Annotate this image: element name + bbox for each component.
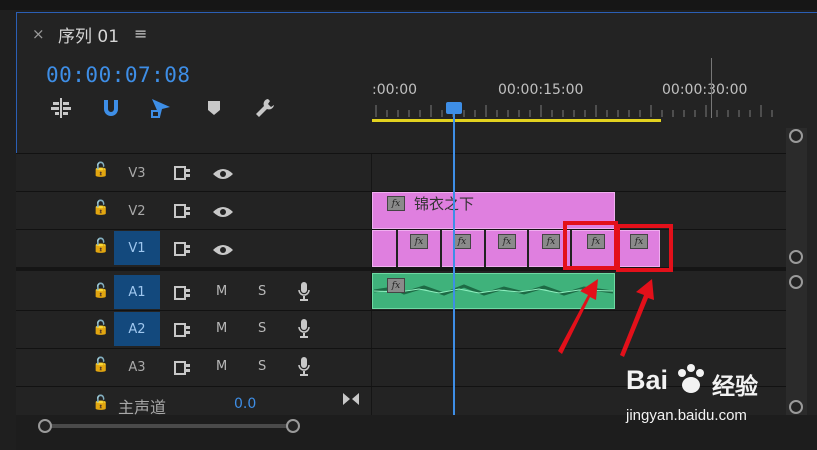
film-sync-icon[interactable] bbox=[174, 165, 191, 184]
ruler-gap bbox=[371, 123, 787, 153]
track-name-v3[interactable]: V3 bbox=[114, 156, 160, 190]
microphone-icon[interactable] bbox=[297, 356, 311, 380]
go-to-bounds-icon[interactable] bbox=[342, 391, 360, 410]
sequence-tab-title[interactable]: 序列 01 bbox=[58, 22, 119, 47]
paw-logo-icon bbox=[678, 364, 704, 393]
tab-close-icon[interactable]: × bbox=[32, 25, 45, 43]
work-area-bar[interactable] bbox=[372, 119, 661, 122]
lock-icon[interactable]: 🔓 bbox=[92, 283, 109, 299]
track-separator bbox=[16, 348, 786, 349]
fx-badge: fx bbox=[498, 234, 516, 249]
master-volume-value[interactable]: 0.0 bbox=[234, 396, 256, 412]
lock-icon[interactable]: 🔓 bbox=[92, 162, 109, 178]
lock-icon[interactable]: 🔓 bbox=[92, 200, 109, 216]
zoom-handle-right[interactable] bbox=[286, 419, 300, 433]
microphone-icon[interactable] bbox=[297, 281, 311, 305]
linked-selection-icon[interactable] bbox=[149, 96, 173, 120]
baidu-watermark: Bai 经验 jingyan.baidu.com bbox=[626, 363, 816, 433]
track-separator bbox=[16, 310, 786, 311]
mute-button[interactable]: M bbox=[216, 284, 227, 299]
solo-button[interactable]: S bbox=[258, 284, 266, 299]
scroll-handle-bottom[interactable] bbox=[789, 250, 803, 264]
film-sync-icon[interactable] bbox=[174, 285, 191, 304]
playhead-line[interactable] bbox=[453, 114, 455, 416]
scroll-handle-top[interactable] bbox=[789, 275, 803, 289]
timeline-settings-wrench-icon[interactable] bbox=[253, 96, 277, 120]
clip-edit-point[interactable] bbox=[396, 230, 398, 267]
film-sync-icon[interactable] bbox=[174, 241, 191, 260]
playhead-timecode[interactable]: 00:00:07:08 bbox=[46, 63, 191, 87]
ruler-label-2: 00:00:30:00 bbox=[662, 82, 748, 98]
highlight-box bbox=[563, 221, 618, 270]
zoom-handle-left[interactable] bbox=[38, 419, 52, 433]
film-sync-icon[interactable] bbox=[174, 360, 191, 379]
nest-sequence-icon[interactable] bbox=[49, 96, 73, 120]
lock-icon[interactable]: 🔓 bbox=[92, 238, 109, 254]
highlight-box bbox=[616, 224, 673, 272]
solo-button[interactable]: S bbox=[258, 359, 266, 374]
watermark-brand-right: 经验 bbox=[712, 374, 758, 400]
film-sync-icon[interactable] bbox=[174, 203, 191, 222]
fx-badge: fx bbox=[410, 234, 428, 249]
horizontal-scrollbar-track[interactable] bbox=[45, 424, 295, 428]
scroll-handle-top[interactable] bbox=[789, 129, 803, 143]
track-name-v1[interactable]: V1 bbox=[114, 231, 160, 265]
ruler-ticks[interactable] bbox=[372, 105, 782, 117]
fx-badge: fx bbox=[453, 234, 471, 249]
film-sync-icon[interactable] bbox=[174, 322, 191, 341]
track-separator bbox=[16, 153, 786, 154]
clip-edit-point[interactable] bbox=[440, 230, 442, 267]
top-strip bbox=[0, 0, 817, 10]
watermark-url: jingyan.baidu.com bbox=[626, 407, 747, 424]
red-arrows bbox=[558, 279, 654, 357]
playhead-handle[interactable] bbox=[446, 102, 462, 114]
lock-icon[interactable]: 🔓 bbox=[92, 395, 109, 411]
clip-edit-point[interactable] bbox=[484, 230, 486, 267]
clip-edit-point[interactable] bbox=[527, 230, 529, 267]
v2-clip-title: 锦衣之下 bbox=[414, 195, 475, 213]
mute-button[interactable]: M bbox=[216, 321, 227, 336]
ruler-label-1: 00:00:15:00 bbox=[498, 82, 584, 98]
track-header-column bbox=[16, 153, 371, 415]
track-name-v2[interactable]: V2 bbox=[114, 194, 160, 228]
watermark-brand-left: Bai bbox=[626, 365, 669, 395]
eye-visibility-icon[interactable] bbox=[212, 242, 234, 261]
fx-badge: fx bbox=[387, 278, 405, 293]
track-name-a3[interactable]: A3 bbox=[114, 350, 160, 384]
track-name-a2[interactable]: A2 bbox=[114, 312, 160, 346]
fx-badge: fx bbox=[542, 234, 560, 249]
lock-icon[interactable]: 🔓 bbox=[92, 320, 109, 336]
ruler-label-0: :00:00 bbox=[372, 82, 418, 98]
microphone-icon[interactable] bbox=[297, 318, 311, 342]
fx-badge: fx bbox=[387, 196, 405, 211]
solo-button[interactable]: S bbox=[258, 321, 266, 336]
eye-visibility-icon[interactable] bbox=[212, 166, 234, 185]
lock-icon[interactable]: 🔓 bbox=[92, 357, 109, 373]
mute-button[interactable]: M bbox=[216, 359, 227, 374]
eye-visibility-icon[interactable] bbox=[212, 204, 234, 223]
snap-magnet-icon[interactable] bbox=[99, 96, 123, 120]
add-marker-icon[interactable] bbox=[202, 96, 226, 120]
track-name-a1[interactable]: A1 bbox=[114, 275, 160, 309]
panel-menu-icon[interactable]: ≡ bbox=[134, 24, 147, 43]
